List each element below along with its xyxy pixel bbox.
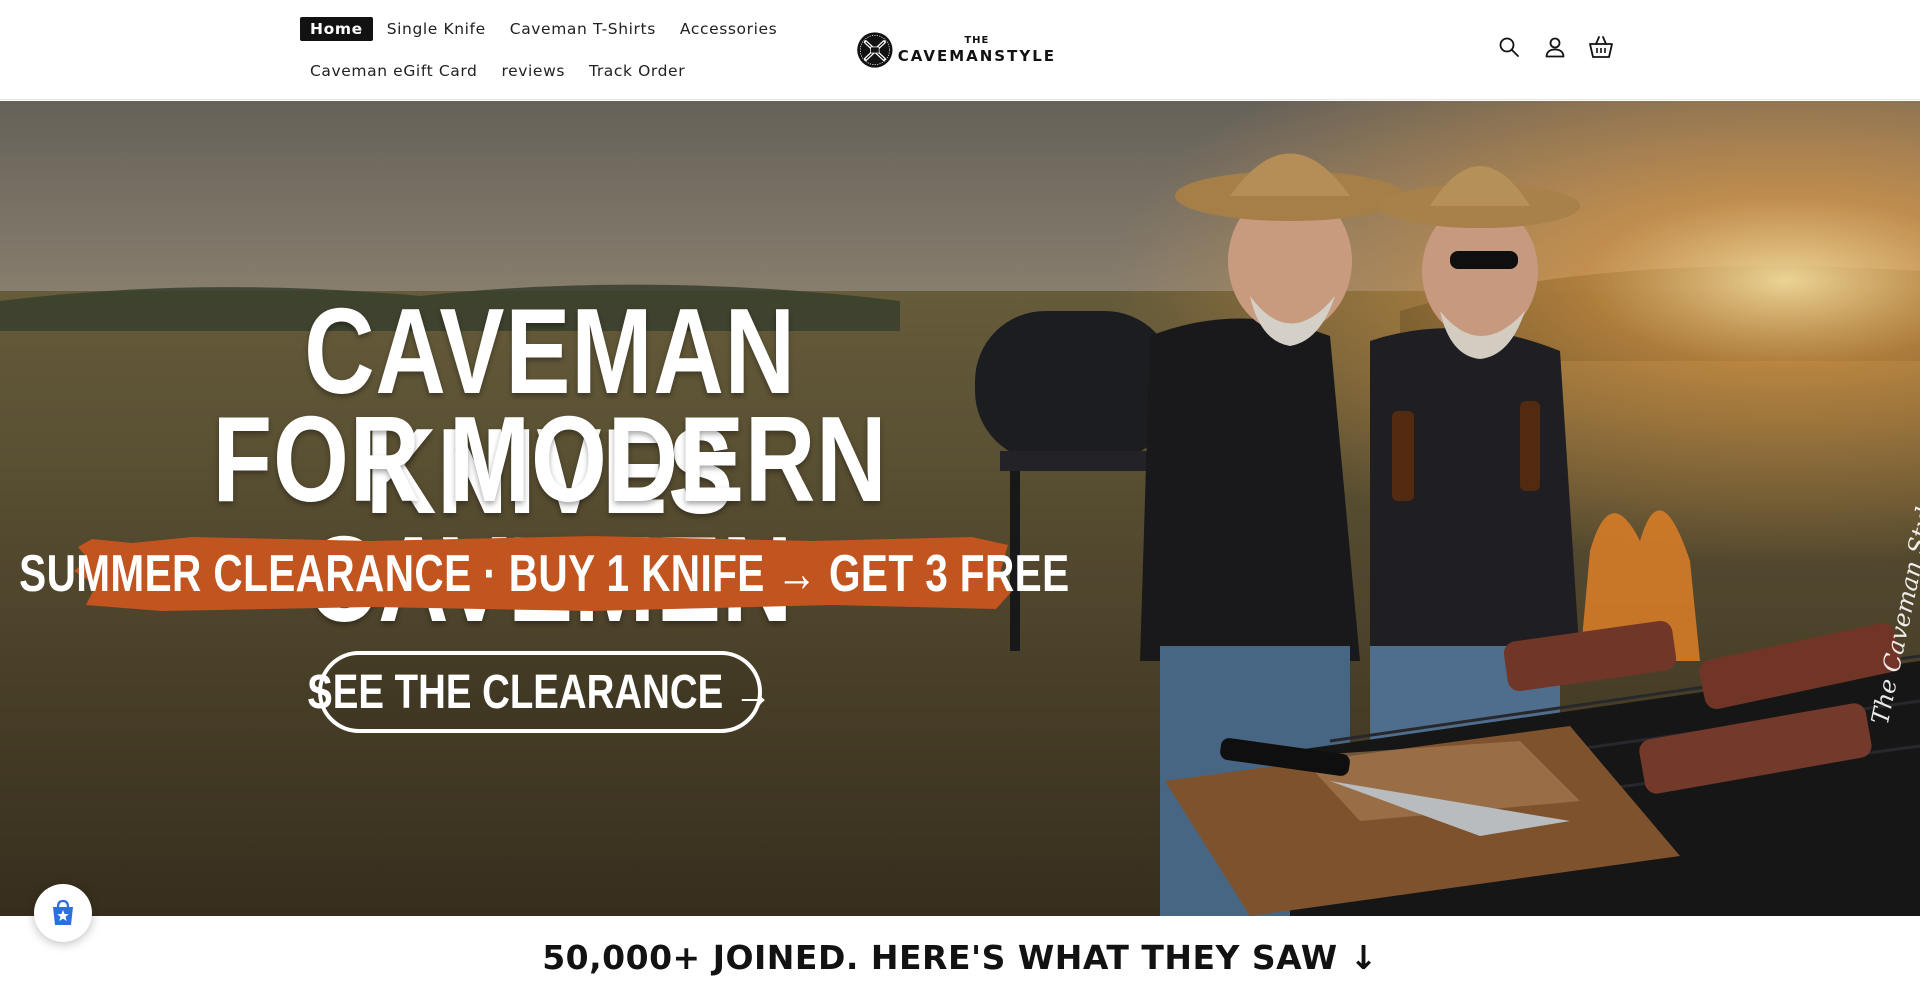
logo-wordmark: THE CAVEMANSTYLE [898, 35, 1056, 65]
logo-the: THE [964, 35, 990, 46]
hero-promo-text: SUMMER CLEARANCE · BUY 1 KNIFE → GET 3 F… [19, 533, 1069, 615]
hero-banner[interactable]: CAVEMAN KNIVES FOR MODERN CAVEMEN SUMMER… [0, 101, 1920, 916]
site-header: Home Single Knife Caveman T-Shirts Acces… [0, 0, 1920, 100]
cart-icon[interactable] [1588, 34, 1614, 60]
site-logo[interactable]: THE CAVEMANSTYLE [856, 18, 1056, 82]
see-clearance-label: SEE THE CLEARANCE → [307, 665, 773, 719]
logo-name: CAVEMANSTYLE [897, 47, 1056, 65]
nav-row-1: Home Single Knife Caveman T-Shirts Acces… [300, 14, 820, 44]
nav-accessories[interactable]: Accessories [670, 17, 787, 41]
see-clearance-button[interactable]: SEE THE CLEARANCE → [307, 651, 773, 733]
nav-egift-card[interactable]: Caveman eGift Card [300, 59, 487, 83]
search-icon[interactable] [1496, 34, 1522, 60]
nav-home[interactable]: Home [300, 17, 373, 41]
logo-emblem-icon [857, 32, 893, 68]
nav-single-knife[interactable]: Single Knife [377, 17, 496, 41]
header-icons [1496, 34, 1614, 60]
nav-reviews[interactable]: reviews [491, 59, 575, 83]
hero-promo-label: SUMMER CLEARANCE · BUY 1 KNIFE → GET 3 F… [18, 545, 1070, 603]
account-icon[interactable] [1542, 34, 1568, 60]
shop-badge-icon [53, 899, 73, 925]
main-nav: Home Single Knife Caveman T-Shirts Acces… [300, 14, 820, 86]
shop-badge-button[interactable] [34, 884, 92, 942]
nav-caveman-tshirts[interactable]: Caveman T-Shirts [500, 17, 666, 41]
nav-track-order[interactable]: Track Order [579, 59, 695, 83]
nav-row-2: Caveman eGift Card reviews Track Order [300, 56, 820, 86]
section-title: 50,000+ JOINED. HERE'S WHAT THEY SAW ↓ [542, 938, 1378, 977]
